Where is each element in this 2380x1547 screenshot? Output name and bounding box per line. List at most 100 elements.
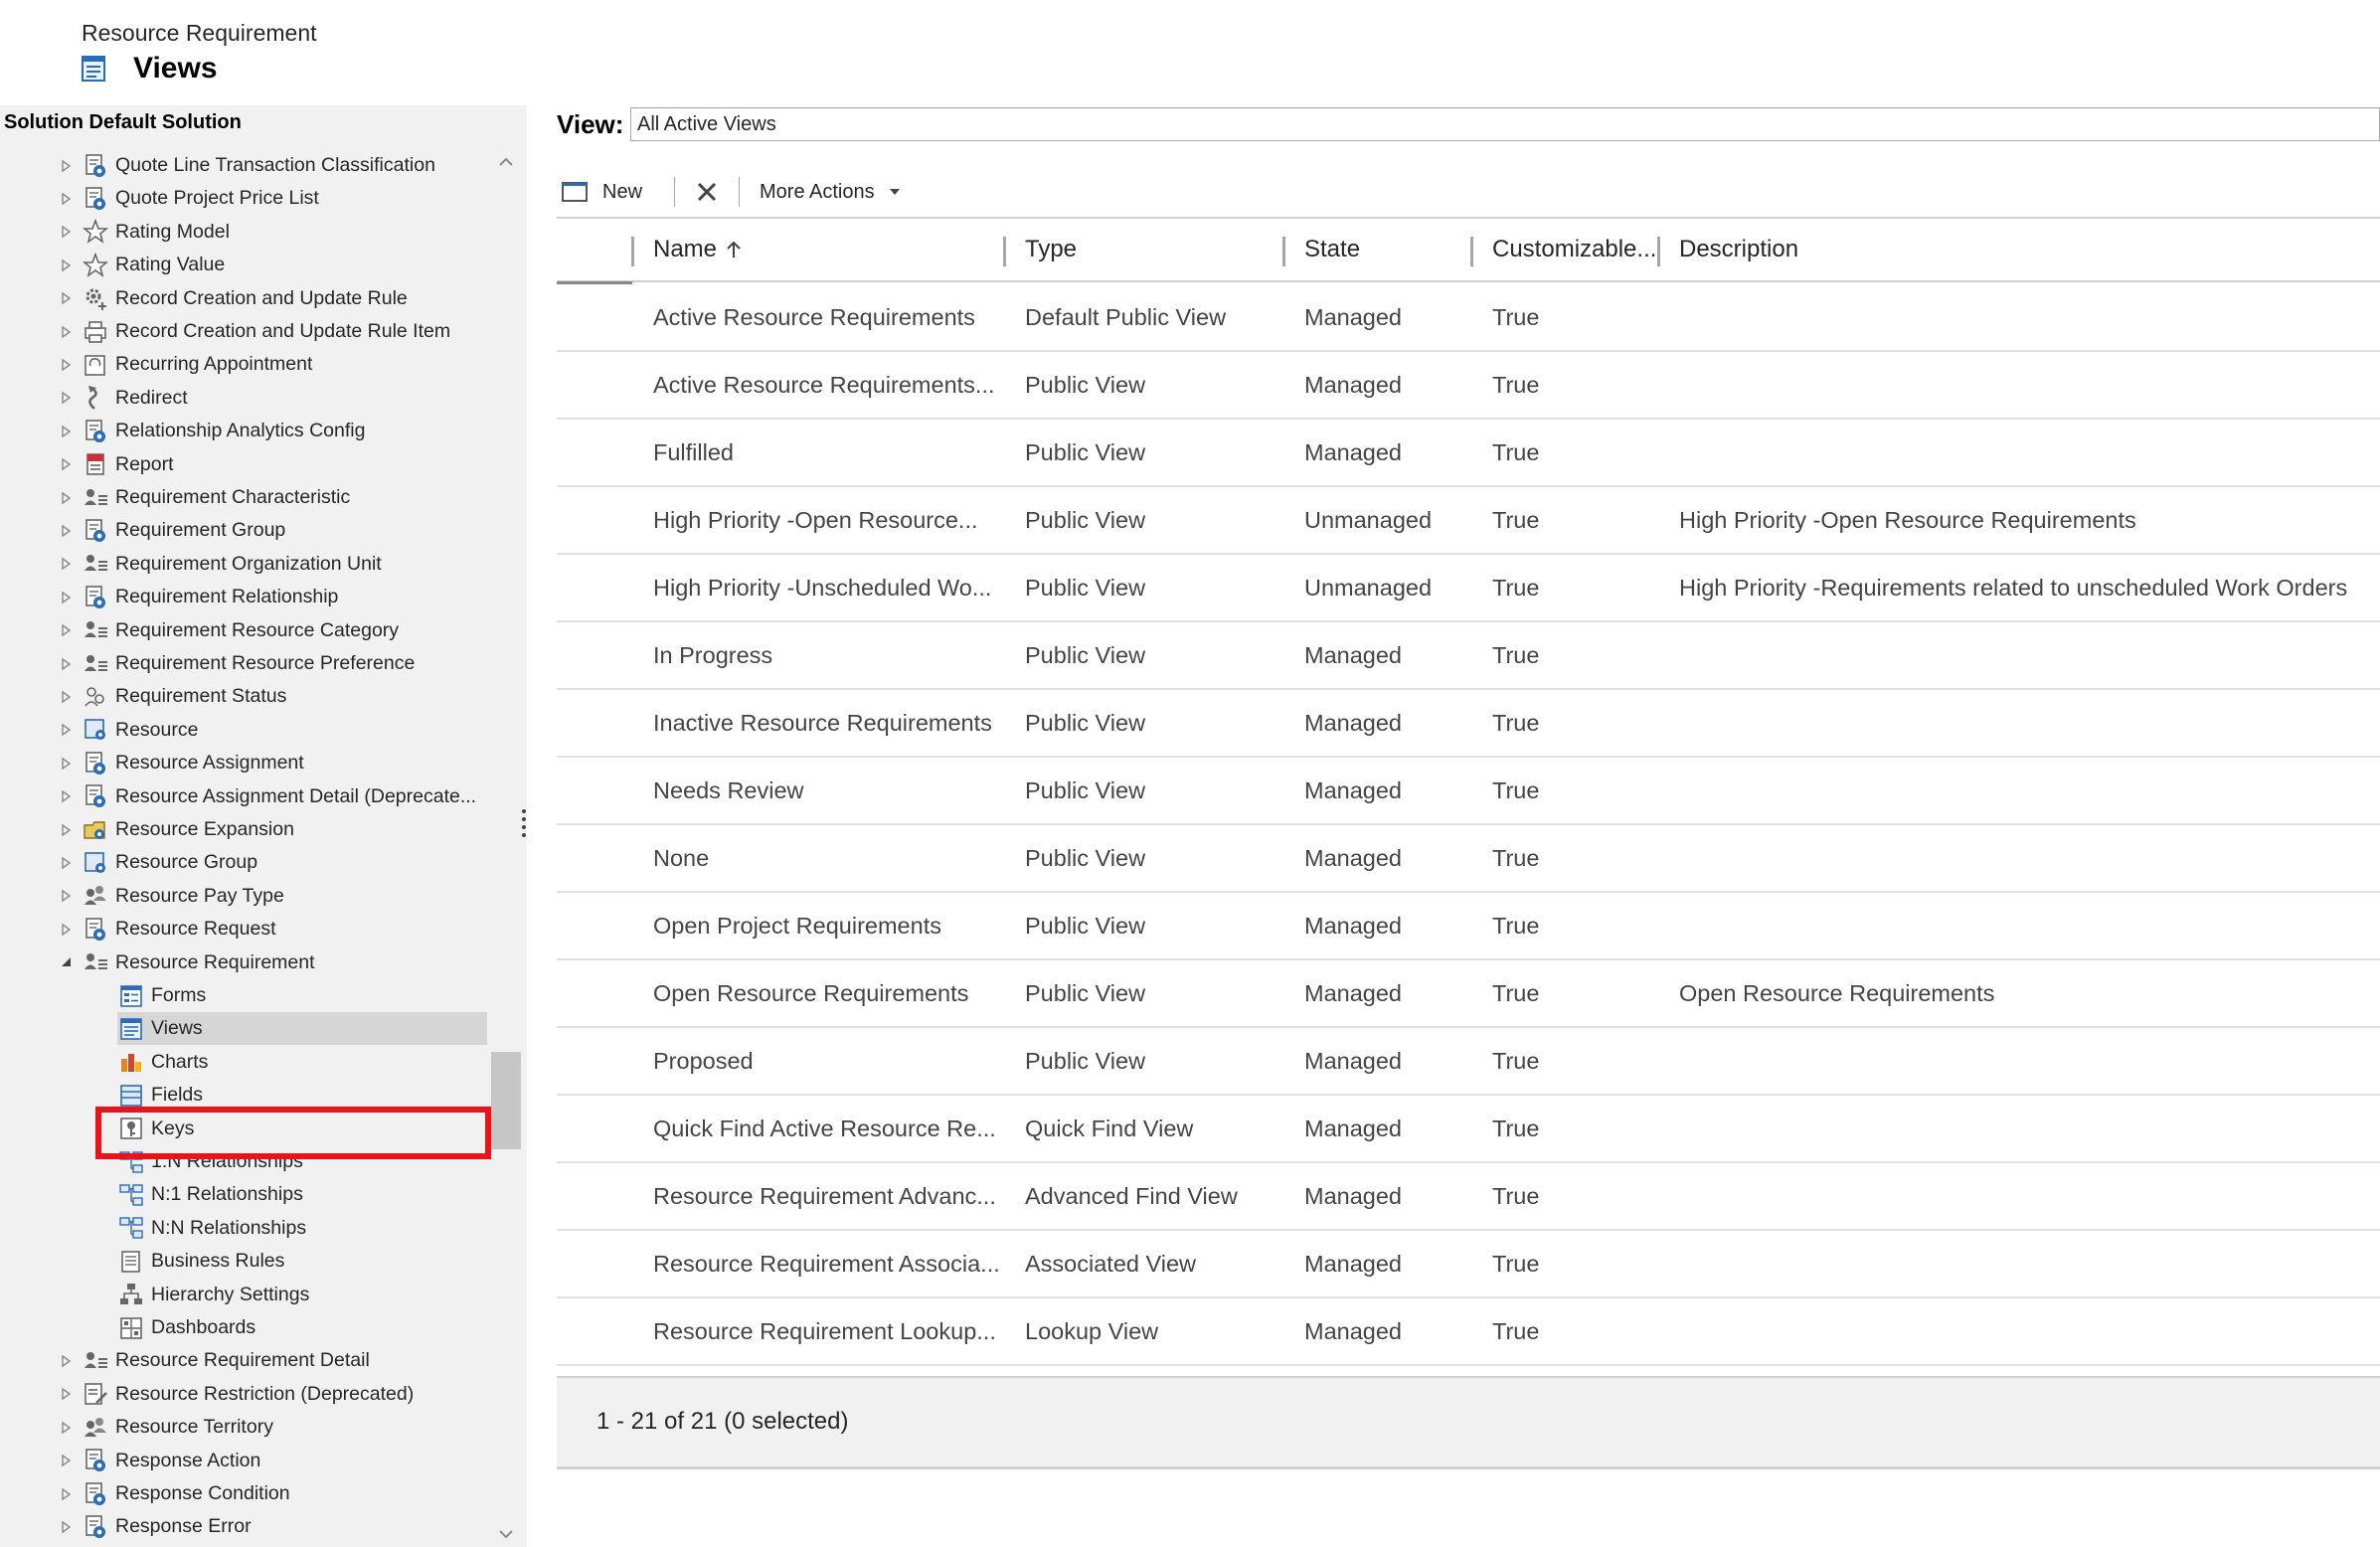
table-row[interactable]: High Priority -Unscheduled Wo... Public V… (557, 555, 2380, 622)
table-row[interactable]: Resource Requirement Advanc... Advanced F… (557, 1163, 2380, 1231)
tree-item-record-creation-and-update-rule-item[interactable]: Record Creation and Update Rule Item (58, 315, 450, 348)
tree-item-resource-expansion[interactable]: Resource Expansion (58, 813, 294, 846)
table-row[interactable]: Inactive Resource Requirements Public Vie… (557, 690, 2380, 758)
expand-triangle-icon[interactable] (58, 556, 74, 572)
expand-triangle-icon[interactable] (58, 1353, 74, 1369)
cell-name[interactable]: Needs Review (653, 758, 999, 823)
column-header-type[interactable]: Type (1025, 219, 1077, 280)
collapse-triangle-icon[interactable] (58, 954, 74, 970)
expand-triangle-icon[interactable] (58, 324, 74, 340)
tree-item-quote-project-price-list[interactable]: Quote Project Price List (58, 182, 319, 215)
expand-triangle-icon[interactable] (58, 1420, 74, 1436)
column-divider[interactable] (1003, 237, 1006, 266)
table-row[interactable]: Quick Find Active Resource Re... Quick Fi… (557, 1096, 2380, 1163)
expand-triangle-icon[interactable] (58, 1386, 74, 1402)
expand-triangle-icon[interactable] (58, 456, 74, 472)
delete-x-icon[interactable] (693, 178, 721, 206)
column-header-description[interactable]: Description (1679, 219, 1798, 280)
expand-triangle-icon[interactable] (58, 1486, 74, 1502)
table-row[interactable]: Active Resource Requirements... Public Vi… (557, 352, 2380, 420)
table-row[interactable]: Proposed Public View Managed True (557, 1028, 2380, 1096)
table-row[interactable]: Open Resource Requirements Public View Man… (557, 960, 2380, 1028)
tree-item-requirement-relationship[interactable]: Requirement Relationship (58, 581, 338, 613)
tree-item-rating-value[interactable]: Rating Value (58, 249, 225, 281)
tree-item-resource-assignment-detail-deprecate[interactable]: Resource Assignment Detail (Deprecate... (58, 780, 476, 813)
column-divider[interactable] (1470, 237, 1473, 266)
cell-name[interactable]: Open Resource Requirements (653, 960, 999, 1026)
expand-triangle-icon[interactable] (58, 1519, 74, 1535)
expand-triangle-icon[interactable] (58, 590, 74, 605)
tree-item-recurring-appointment[interactable]: Recurring Appointment (58, 348, 312, 381)
column-header-state[interactable]: State (1304, 219, 1360, 280)
table-row[interactable]: Fulfilled Public View Managed True (557, 420, 2380, 487)
tree-subitem-views[interactable]: Views (117, 1012, 487, 1046)
expand-triangle-icon[interactable] (58, 1453, 74, 1468)
tree-subitem-charts[interactable]: Charts (117, 1046, 208, 1079)
tree-item-relationship-analytics-config[interactable]: Relationship Analytics Config (58, 415, 365, 447)
cell-name[interactable]: Inactive Resource Requirements (653, 690, 999, 756)
expand-triangle-icon[interactable] (58, 523, 74, 539)
expand-triangle-icon[interactable] (58, 357, 74, 373)
expand-triangle-icon[interactable] (58, 788, 74, 804)
expand-triangle-icon[interactable] (58, 191, 74, 207)
cell-name[interactable]: Resource Requirement Associa... (653, 1231, 999, 1296)
select-all-column[interactable] (557, 219, 632, 284)
scroll-thumb[interactable] (491, 1052, 521, 1149)
tree-item-requirement-status[interactable]: Requirement Status (58, 680, 286, 713)
tree-item-resource-assignment[interactable]: Resource Assignment (58, 747, 304, 779)
tree-item-quote-line-transaction-classification[interactable]: Quote Line Transaction Classification (58, 149, 435, 182)
tree-subitem-dashboards[interactable]: Dashboards (117, 1311, 255, 1344)
tree-item-resource-pay-type[interactable]: Resource Pay Type (58, 880, 284, 913)
splitter-grip[interactable] (521, 805, 527, 845)
expand-triangle-icon[interactable] (58, 656, 74, 672)
tree-item-resource-requirement-detail[interactable]: Resource Requirement Detail (58, 1344, 370, 1377)
tree-subitem-business-rules[interactable]: Business Rules (117, 1245, 284, 1278)
table-row[interactable]: Needs Review Public View Managed True (557, 758, 2380, 825)
cell-name[interactable]: Fulfilled (653, 420, 999, 485)
tree-item-record-creation-and-update-rule[interactable]: Record Creation and Update Rule (58, 282, 408, 315)
more-actions-button[interactable]: More Actions (760, 181, 901, 204)
tree-item-resource[interactable]: Resource (58, 714, 198, 747)
cell-name[interactable]: Active Resource Requirements... (653, 352, 999, 418)
cell-name[interactable]: In Progress (653, 622, 999, 688)
expand-triangle-icon[interactable] (58, 390, 74, 406)
tree-item-requirement-resource-category[interactable]: Requirement Resource Category (58, 614, 399, 647)
column-header-name[interactable]: Name (653, 219, 743, 280)
cell-name[interactable]: Resource Requirement Lookup... (653, 1298, 999, 1364)
cell-name[interactable]: Open Project Requirements (653, 893, 999, 958)
table-row[interactable]: None Public View Managed True (557, 825, 2380, 893)
column-header-customizable[interactable]: Customizable... (1492, 219, 1656, 280)
tree-item-requirement-characteristic[interactable]: Requirement Characteristic (58, 481, 350, 514)
sidebar-scrollbar[interactable] (491, 145, 521, 1547)
expand-triangle-icon[interactable] (58, 490, 74, 506)
expand-triangle-icon[interactable] (58, 722, 74, 738)
table-row[interactable]: Open Project Requirements Public View Mana… (557, 893, 2380, 960)
tree-subitem-1-n-relationships[interactable]: 1:N Relationships (117, 1145, 303, 1178)
tree-subitem-forms[interactable]: Forms (117, 979, 206, 1012)
tree-item-response-condition[interactable]: Response Condition (58, 1477, 290, 1510)
tree-item-redirect[interactable]: Redirect (58, 382, 188, 415)
cell-name[interactable]: Resource Requirement Advanc... (653, 1163, 999, 1229)
cell-name[interactable]: Active Resource Requirements (653, 284, 999, 350)
scroll-down-icon[interactable] (495, 1525, 517, 1543)
table-row[interactable]: Resource Requirement Associa... Associate… (557, 1231, 2380, 1298)
expand-triangle-icon[interactable] (58, 290, 74, 306)
expand-triangle-icon[interactable] (58, 622, 74, 638)
expand-triangle-icon[interactable] (58, 756, 74, 772)
tree-subitem-n-n-relationships[interactable]: N:N Relationships (117, 1212, 306, 1245)
expand-triangle-icon[interactable] (58, 822, 74, 838)
tree-item-requirement-resource-preference[interactable]: Requirement Resource Preference (58, 647, 415, 680)
tree-item-rating-model[interactable]: Rating Model (58, 216, 230, 249)
expand-triangle-icon[interactable] (58, 224, 74, 240)
tree-item-requirement-group[interactable]: Requirement Group (58, 514, 285, 547)
new-button[interactable]: New (561, 180, 642, 204)
table-row[interactable]: In Progress Public View Managed True (557, 622, 2380, 690)
tree-subitem-hierarchy-settings[interactable]: Hierarchy Settings (117, 1279, 309, 1311)
expand-triangle-icon[interactable] (58, 922, 74, 938)
expand-triangle-icon[interactable] (58, 855, 74, 871)
tree-item-response-action[interactable]: Response Action (58, 1445, 260, 1477)
scroll-up-icon[interactable] (495, 153, 517, 171)
cell-name[interactable]: Proposed (653, 1028, 999, 1094)
table-row[interactable]: Resource Requirement Lookup... Lookup Vie… (557, 1298, 2380, 1366)
cell-name[interactable]: Quick Find Active Resource Re... (653, 1096, 999, 1161)
